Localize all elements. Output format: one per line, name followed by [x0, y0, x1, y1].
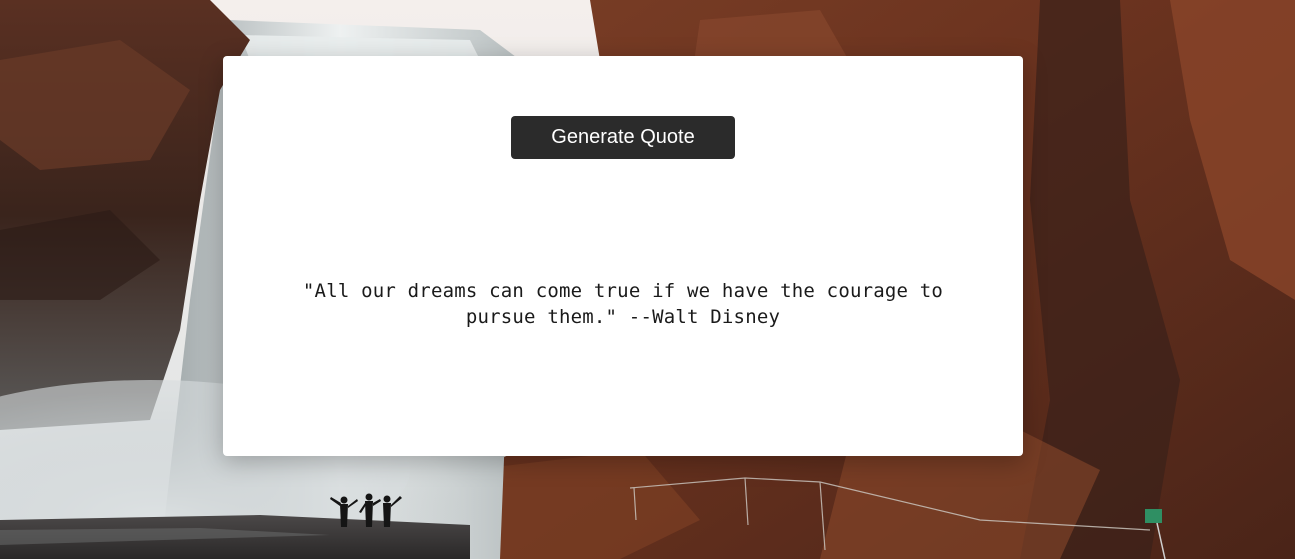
generate-quote-button[interactable]: Generate Quote — [511, 116, 735, 159]
quote-card: Generate Quote "All our dreams can come … — [223, 56, 1023, 456]
quote-text: "All our dreams can come true if we have… — [302, 280, 944, 328]
